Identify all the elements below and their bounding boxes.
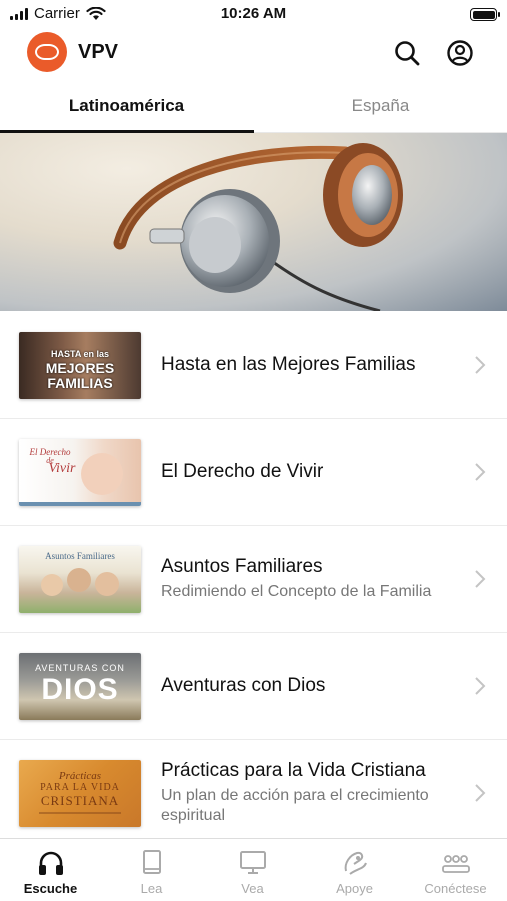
program-thumbnail: Prácticas PARA LA VIDA CRISTIANA [19, 760, 141, 827]
program-title: Asuntos Familiares [161, 556, 323, 577]
search-icon [395, 41, 420, 66]
nav-apoye[interactable]: Apoye [304, 839, 405, 901]
nav-conectese[interactable]: Conéctese [405, 839, 506, 901]
program-title: El Derecho de Vivir [161, 461, 324, 482]
tab-espana[interactable]: España [254, 86, 507, 132]
program-thumbnail: El Derecho de Vivir [19, 439, 141, 506]
chevron-right-icon [475, 356, 486, 374]
program-list: HASTA en las MEJORES FAMILIAS Hasta en l… [0, 312, 507, 847]
program-title: Hasta en las Mejores Familias [161, 354, 416, 375]
app-header: VPV [0, 30, 507, 78]
list-item[interactable]: HASTA en las MEJORES FAMILIAS Hasta en l… [0, 312, 507, 419]
battery-icon [470, 8, 500, 21]
tab-latinoamerica[interactable]: Latinoamérica [0, 86, 253, 132]
bottom-navigation: Escuche Lea Vea Apoye Conéctese [0, 838, 507, 900]
headphones-icon [38, 851, 63, 875]
nav-label: Escuche [23, 881, 78, 896]
program-title: Aventuras con Dios [161, 675, 326, 696]
chevron-right-icon [475, 677, 486, 695]
nav-escuche[interactable]: Escuche [0, 839, 101, 901]
nav-label: Lea [140, 881, 163, 896]
chevron-right-icon [475, 570, 486, 588]
region-tabs: Latinoamérica España [0, 86, 507, 133]
list-item[interactable]: Asuntos Familiares Asuntos Familiares Re… [0, 526, 507, 633]
program-thumbnail: Asuntos Familiares [19, 546, 141, 613]
account-button[interactable] [445, 38, 475, 68]
app-title: VPV [78, 41, 119, 63]
nav-lea[interactable]: Lea [101, 839, 202, 901]
program-subtitle: Un plan de acción para el crecimiento es… [161, 787, 429, 824]
book-icon [142, 850, 161, 874]
user-profile-icon [447, 40, 473, 66]
list-item[interactable]: AVENTURAS CON DIOS Aventuras con Dios [0, 633, 507, 740]
search-button[interactable] [392, 38, 422, 68]
nav-label: Apoye [336, 881, 373, 896]
vpv-logo [27, 32, 67, 72]
hero-headphones-image [0, 133, 507, 311]
clock: 10:26 AM [220, 5, 287, 22]
program-thumbnail: AVENTURAS CON DIOS [19, 653, 141, 720]
monitor-icon [239, 851, 266, 874]
chevron-right-icon [475, 463, 486, 481]
chevron-right-icon [475, 784, 486, 802]
nav-label: Conéctese [424, 881, 487, 896]
program-thumbnail: HASTA en las MEJORES FAMILIAS [19, 332, 141, 399]
list-item[interactable]: Prácticas PARA LA VIDA CRISTIANA Práctic… [0, 740, 507, 847]
group-icon [441, 855, 470, 873]
status-bar: Carrier 10:26 AM [0, 0, 507, 28]
nav-label: Vea [241, 881, 264, 896]
list-item[interactable]: El Derecho de Vivir El Derecho de Vivir [0, 419, 507, 526]
program-title: Prácticas para la Vida Cristiana [161, 760, 426, 781]
program-subtitle: Redimiendo el Concepto de la Familia [161, 583, 432, 600]
nav-vea[interactable]: Vea [202, 839, 303, 901]
support-hand-icon [344, 851, 367, 875]
